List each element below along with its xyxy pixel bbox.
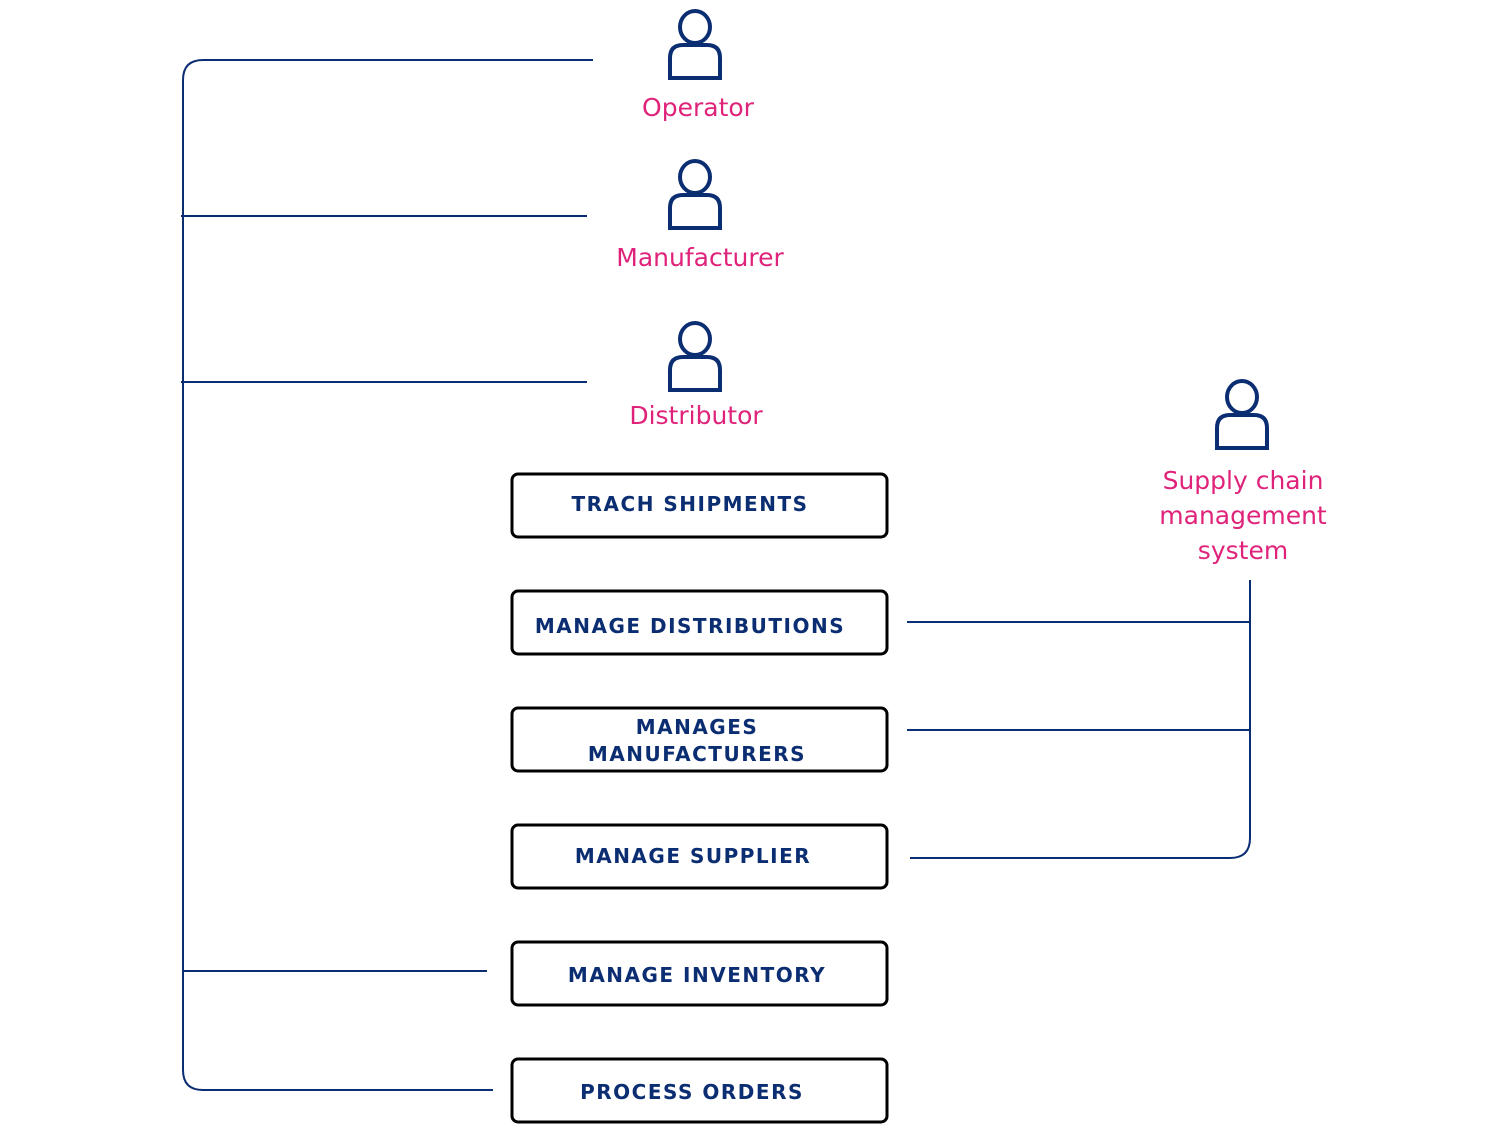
use-case-manage-supplier[interactable]: MANAGE SUPPLIER: [510, 823, 889, 890]
actor-operator: Operator: [642, 9, 755, 122]
use-case-trach-shipments[interactable]: TRACH SHIPMENTS: [510, 472, 889, 539]
left-connector-spine: [182, 59, 593, 1091]
use-case-label-line: MANUFACTURERS: [588, 742, 806, 766]
use-case-process-orders[interactable]: PROCESS ORDERS: [510, 1057, 889, 1124]
use-case-manage-distributions[interactable]: MANAGE DISTRIBUTIONS: [510, 589, 889, 656]
actor-label-line: Supply chain: [1163, 466, 1324, 495]
use-case-label: MANAGE DISTRIBUTIONS: [535, 614, 845, 638]
use-case-manage-inventory[interactable]: MANAGE INVENTORY: [510, 940, 889, 1007]
use-case-label: PROCESS ORDERS: [580, 1080, 804, 1104]
use-case-label: MANAGE SUPPLIER: [575, 844, 811, 868]
actor-label-line: system: [1198, 536, 1288, 565]
use-case-label: TRACH SHIPMENTS: [572, 492, 809, 516]
use-case-manages-manufacturers[interactable]: MANAGES MANUFACTURERS: [510, 706, 889, 773]
actor-distributor: Distributor: [629, 321, 763, 430]
user-icon: [1215, 379, 1269, 450]
actor-label: Operator: [642, 93, 755, 122]
use-case-label: MANAGE INVENTORY: [568, 963, 826, 987]
use-case-diagram: Operator Manufacturer Distributor Supply…: [181, 9, 1327, 1124]
user-icon: [668, 321, 722, 392]
actor-supply-chain-management-system: Supply chain management system: [1159, 379, 1327, 565]
user-icon: [668, 159, 722, 230]
user-icon: [668, 9, 722, 80]
actor-label-line: management: [1159, 501, 1327, 530]
actor-label: Manufacturer: [616, 243, 784, 272]
use-case-label-line: MANAGES: [636, 715, 759, 739]
actor-label: Distributor: [629, 401, 763, 430]
actor-manufacturer: Manufacturer: [616, 159, 784, 272]
